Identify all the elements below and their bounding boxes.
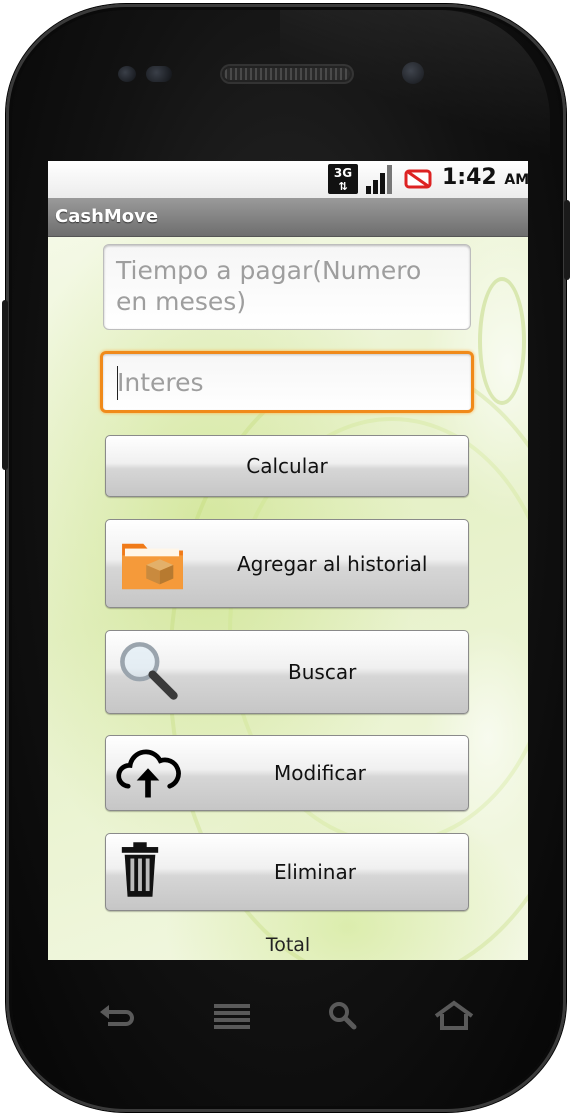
eliminar-label: Eliminar — [274, 860, 356, 884]
no-sim-icon — [404, 169, 432, 189]
calcular-button[interactable]: Calcular — [105, 435, 469, 497]
agregar-label: Agregar al historial — [237, 551, 428, 576]
folder-box-icon — [122, 543, 183, 590]
months-input[interactable]: Tiempo a pagar(Numero en meses) — [103, 244, 471, 330]
modificar-label: Modificar — [274, 761, 366, 785]
clock: 1:42 AM — [442, 165, 528, 190]
menu-icon[interactable] — [212, 1000, 252, 1030]
app-title-bar: CashMove — [48, 198, 528, 237]
volume-button — [564, 200, 570, 280]
proximity-sensor — [118, 66, 136, 82]
front-camera — [402, 62, 424, 84]
magnifier-icon — [120, 642, 178, 700]
interest-placeholder: Interes — [117, 368, 204, 397]
calcular-label: Calcular — [246, 454, 328, 478]
buscar-button[interactable]: Buscar — [105, 630, 469, 714]
buscar-label: Buscar — [288, 660, 357, 684]
signal-strength-icon — [364, 164, 396, 194]
search-icon[interactable] — [322, 1000, 362, 1030]
interest-input[interactable]: Interes — [100, 351, 474, 413]
eliminar-button[interactable]: Eliminar — [105, 833, 469, 911]
cloud-upload-icon — [116, 749, 181, 798]
screen: 3G ⇅ 1:42 AM CashMove Tiempo a pagar(Nume… — [48, 161, 528, 960]
total-label: Total — [265, 934, 311, 956]
home-icon[interactable] — [434, 1000, 474, 1030]
modificar-button[interactable]: Modificar — [105, 735, 469, 811]
text-caret — [117, 366, 118, 400]
app-title: CashMove — [55, 206, 159, 227]
3g-data-icon: 3G ⇅ — [328, 164, 358, 194]
power-button — [2, 300, 8, 470]
status-bar: 3G ⇅ 1:42 AM — [48, 161, 528, 198]
back-icon[interactable] — [98, 1000, 138, 1030]
main-content: Tiempo a pagar(Numero en meses) Interes … — [48, 237, 528, 960]
background-swirl — [478, 277, 526, 405]
light-sensor — [146, 66, 172, 82]
agregar-historial-button[interactable]: Agregar al historial — [105, 519, 469, 608]
earpiece-speaker — [222, 66, 352, 82]
trash-icon — [121, 842, 159, 897]
